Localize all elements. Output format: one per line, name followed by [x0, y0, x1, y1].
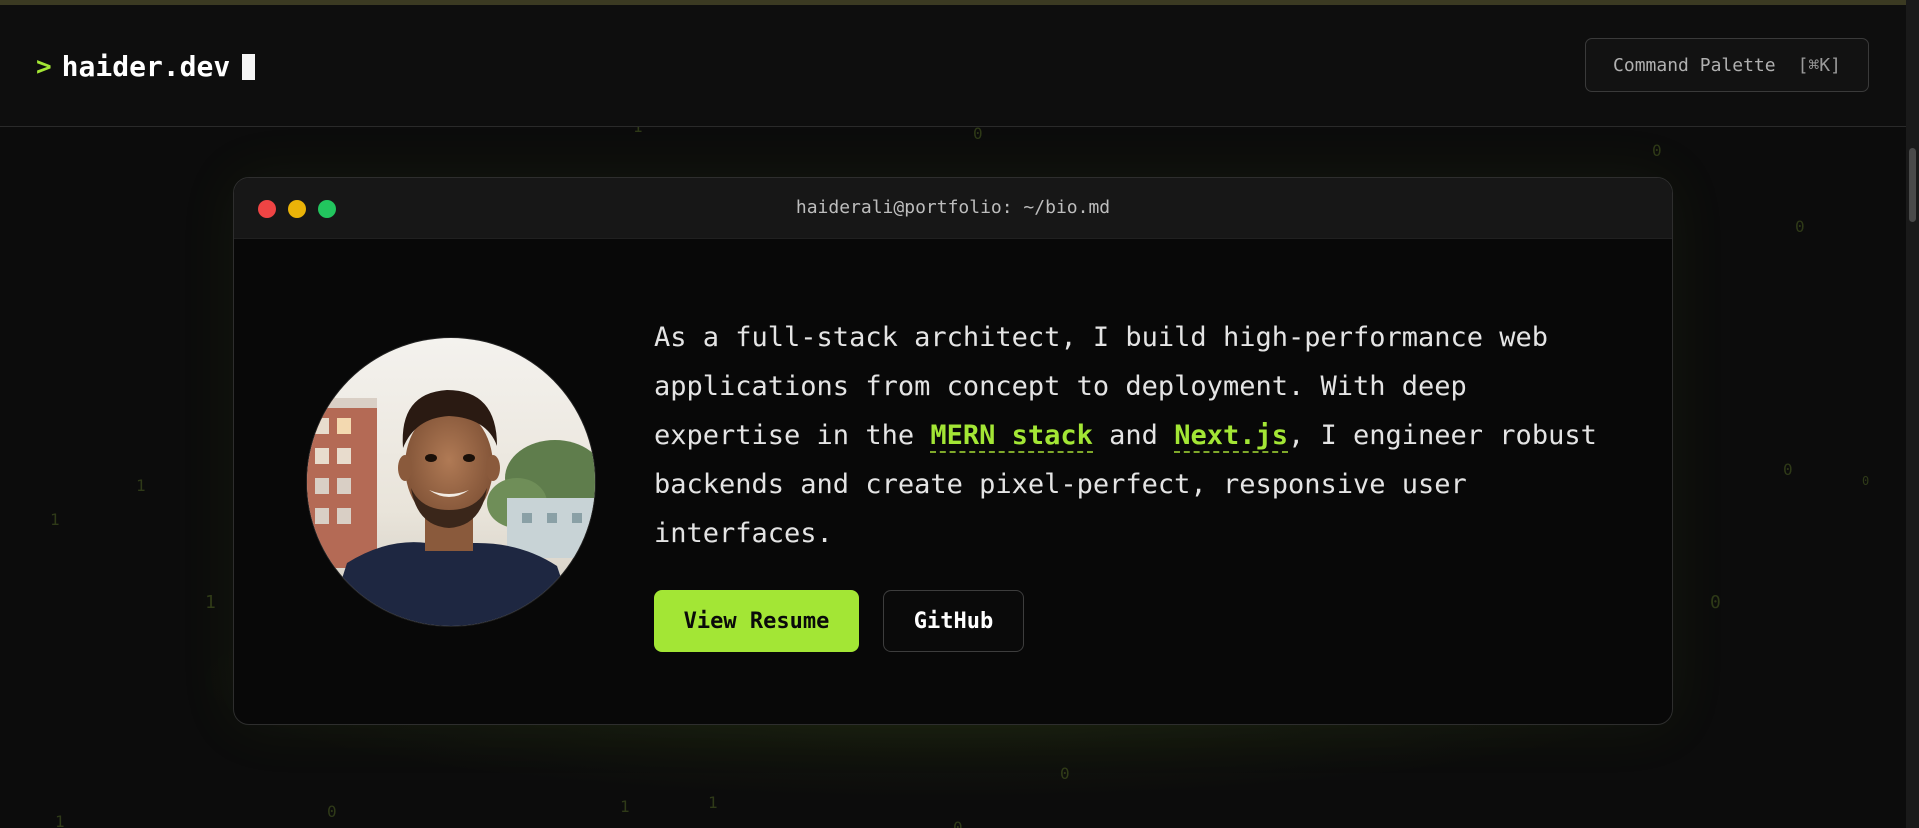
command-palette-label: Command Palette [1613, 54, 1776, 76]
background-digit: 1 [50, 510, 60, 529]
profile-photo [307, 338, 595, 626]
site-title: haider.dev [61, 50, 231, 83]
background-digit: 0 [953, 818, 963, 828]
profile-photo-illustration [307, 338, 595, 626]
terminal-title-bar: haiderali@portfolio: ~/bio.md [234, 178, 1672, 239]
top-navbar: > haider.dev Command Palette [⌘K] [0, 5, 1906, 127]
background-digit: 1 [136, 476, 146, 495]
terminal-title: haiderali@portfolio: ~/bio.md [795, 197, 1111, 218]
site-logo[interactable]: > haider.dev [36, 50, 256, 83]
terminal-window: haiderali@portfolio: ~/bio.md As a full-… [233, 177, 1673, 725]
background-digit: 0 [1795, 217, 1805, 236]
background-digit: 0 [1710, 592, 1721, 613]
background-digit: 0 [327, 802, 337, 821]
prompt-chevron-icon: > [36, 51, 52, 82]
background-digit: 0 [1783, 460, 1793, 479]
portfolio-page: 1 0 0 0 1 1 1 0 0 0 1 0 1 1 0 0 > haider… [0, 0, 1919, 828]
background-digit: 0 [1652, 141, 1662, 160]
blinking-cursor [242, 53, 256, 80]
scrollbar-thumb[interactable] [1909, 148, 1916, 222]
command-palette-button[interactable]: Command Palette [⌘K] [1585, 38, 1869, 92]
highlight-nextjs: Next.js [1174, 420, 1288, 453]
background-digit: 0 [1862, 474, 1870, 488]
keyboard-shortcut: [⌘K] [1797, 54, 1841, 76]
bio-paragraph: As a full-stack architect, I build high-… [654, 313, 1614, 558]
github-button[interactable]: GitHub [883, 590, 1024, 652]
highlight-mern-stack: MERN stack [930, 420, 1093, 453]
page-scrollbar[interactable] [1906, 0, 1919, 828]
view-resume-button[interactable]: View Resume [654, 590, 859, 652]
bio-text: and [1092, 420, 1175, 451]
background-digit: 1 [55, 812, 65, 828]
